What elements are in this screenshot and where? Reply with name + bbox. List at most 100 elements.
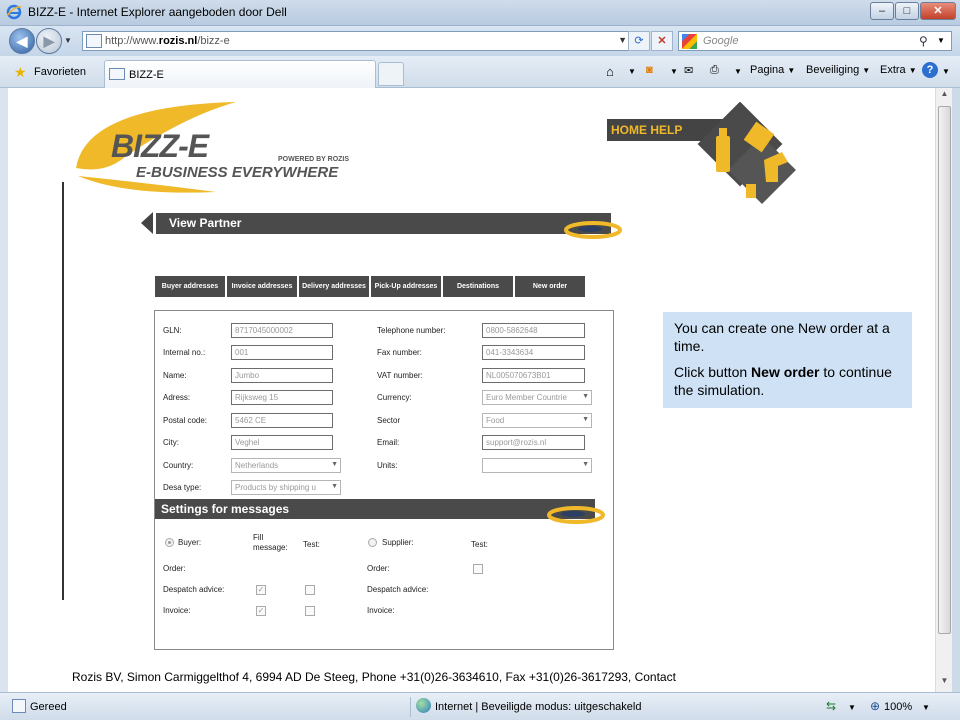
home-chevron-icon[interactable]: ▼ <box>628 67 636 76</box>
internal-no-label: Internal no.: <box>163 348 206 357</box>
protected-mode-chevron-icon[interactable]: ▼ <box>848 703 856 712</box>
zoom-icon[interactable]: ⊕ <box>870 699 880 713</box>
simulation-info-box: You can create one New order at a time. … <box>663 312 912 408</box>
fax-label: Fax number: <box>377 348 422 357</box>
print-chevron-icon[interactable]: ▼ <box>734 67 742 76</box>
mail-icon[interactable]: ✉ <box>684 64 693 77</box>
scroll-up-icon[interactable]: ▲ <box>937 89 952 104</box>
favorites-bar: ★ Favorieten BIZZ-E ⌂ ▼ ◙ ▼ ✉ ⎙ ▼ Pagina… <box>0 56 960 88</box>
status-text: Gereed <box>30 701 67 713</box>
buyer-invoice-test-checkbox[interactable] <box>305 606 315 616</box>
partner-form: GLN: 8717045000002 Internal no.: 001 Nam… <box>154 310 614 650</box>
name-field[interactable]: Jumbo <box>231 368 333 383</box>
status-bar: Gereed Internet | Beveiligde modus: uitg… <box>0 692 960 720</box>
postal-code-field[interactable]: 5462 CE <box>231 413 333 428</box>
buyer-despatch-test-checkbox[interactable] <box>305 585 315 595</box>
home-icon[interactable]: ⌂ <box>606 64 614 79</box>
supplier-despatch-label: Despatch advice: <box>367 585 429 594</box>
back-button[interactable]: ◀ <box>9 28 35 54</box>
favorites-button[interactable]: Favorieten <box>34 66 86 78</box>
protected-mode-icon[interactable]: ⇆ <box>826 699 836 713</box>
new-order-button[interactable]: New order <box>515 276 585 297</box>
supplier-test-label: Test: <box>471 540 488 549</box>
maximize-button[interactable]: □ <box>895 2 919 20</box>
new-tab-button[interactable] <box>378 62 404 86</box>
print-icon[interactable]: ⎙ <box>710 64 719 77</box>
logo-powered-by: POWERED BY ROZIS <box>278 156 350 163</box>
supplier-label: Supplier: <box>382 538 414 547</box>
title-swoosh-icon <box>564 221 622 239</box>
search-icon[interactable]: ⚲ <box>919 34 928 48</box>
google-icon <box>682 34 697 49</box>
refresh-button[interactable]: ⟳ <box>628 31 650 51</box>
minimize-button[interactable]: – <box>870 2 894 20</box>
page-menu[interactable]: Pagina ▼ <box>750 64 795 76</box>
address-dropdown-icon[interactable]: ▼ <box>618 35 627 45</box>
browser-tab[interactable]: BIZZ-E <box>104 60 376 88</box>
telephone-field[interactable]: 0800-5862648 <box>482 323 585 338</box>
buyer-test-label: Test: <box>303 540 320 549</box>
help-chevron-icon[interactable]: ▼ <box>942 67 950 76</box>
page-title: View Partner <box>169 216 242 230</box>
desa-type-select[interactable]: Products by shipping u ▼ <box>231 480 341 495</box>
favorites-star-icon: ★ <box>14 64 27 80</box>
tab-buyer-addresses[interactable]: Buyer addresses <box>155 276 225 297</box>
scroll-thumb[interactable] <box>938 106 951 634</box>
internal-no-field[interactable]: 001 <box>231 345 333 360</box>
tab-page-icon <box>109 68 125 80</box>
vat-field[interactable]: NL005070673B01 <box>482 368 585 383</box>
search-placeholder: Google <box>703 35 739 47</box>
forward-button[interactable]: ▶ <box>36 28 62 54</box>
sector-label: Sector <box>377 416 401 425</box>
buyer-despatch-fill-checkbox[interactable]: ✓ <box>256 585 266 595</box>
page-icon <box>86 34 102 48</box>
gln-label: GLN: <box>163 326 182 335</box>
close-button[interactable]: ✕ <box>920 2 956 20</box>
buyer-invoice-fill-checkbox[interactable]: ✓ <box>256 606 266 616</box>
tab-destinations[interactable]: Destinations <box>443 276 513 297</box>
supplier-order-test-checkbox[interactable] <box>473 564 483 574</box>
zoom-chevron-icon[interactable]: ▼ <box>922 703 930 712</box>
address-field[interactable]: Rijksweg 15 <box>231 390 333 405</box>
window-title: BIZZ-E - Internet Explorer aangeboden do… <box>28 5 287 19</box>
email-field[interactable]: support@rozis.nl <box>482 435 585 450</box>
tab-invoice-addresses[interactable]: Invoice addresses <box>227 276 297 297</box>
email-label: Email: <box>377 438 400 447</box>
search-options-chevron-icon[interactable]: ▼ <box>937 36 945 45</box>
stop-button[interactable]: ✕ <box>651 31 673 51</box>
currency-label: Currency: <box>377 393 412 402</box>
desa-type-label: Desa type: <box>163 483 202 492</box>
sector-select[interactable]: Food ▼ <box>482 413 592 428</box>
help-icon[interactable]: ? <box>922 62 938 78</box>
buyer-radio[interactable] <box>165 538 174 547</box>
tab-pickup-addresses[interactable]: Pick-Up addresses <box>371 276 441 297</box>
feeds-chevron-icon[interactable]: ▼ <box>670 67 678 76</box>
supplier-radio[interactable] <box>368 538 377 547</box>
tab-delivery-addresses[interactable]: Delivery addresses <box>299 276 369 297</box>
fax-field[interactable]: 041-3343634 <box>482 345 585 360</box>
zoom-level[interactable]: 100% <box>884 701 912 713</box>
status-page-icon <box>12 699 26 713</box>
supplier-order-label: Order: <box>367 564 390 573</box>
currency-select[interactable]: Euro Member Countrie ▼ <box>482 390 592 405</box>
address-label: Adress: <box>163 393 191 402</box>
security-zone[interactable]: Internet | Beveiligde modus: uitgeschake… <box>435 701 641 713</box>
home-help-link[interactable]: HOME HELP <box>611 123 682 137</box>
postal-code-label: Postal code: <box>163 416 208 425</box>
feeds-icon[interactable]: ◙ <box>646 64 653 76</box>
logo-tagline: E-BUSINESS EVERYWHERE <box>136 164 339 181</box>
gln-field[interactable]: 8717045000002 <box>231 323 333 338</box>
scroll-down-icon[interactable]: ▼ <box>937 676 952 691</box>
address-bar[interactable]: http://www.rozis.nl/bizz-e ▼ <box>82 31 630 51</box>
search-box[interactable]: Google ⚲ ▼ <box>678 31 952 51</box>
city-field[interactable]: Veghel <box>231 435 333 450</box>
city-label: City: <box>163 438 179 447</box>
vertical-scrollbar[interactable]: ▲ ▼ <box>935 88 952 692</box>
recent-pages-chevron-icon[interactable]: ▼ <box>64 36 72 45</box>
vat-label: VAT number: <box>377 371 423 380</box>
security-menu[interactable]: Beveiliging ▼ <box>806 64 870 76</box>
supplier-invoice-label: Invoice: <box>367 606 395 615</box>
country-select[interactable]: Netherlands ▼ <box>231 458 341 473</box>
units-select[interactable]: ▼ <box>482 458 592 473</box>
tools-menu[interactable]: Extra ▼ <box>880 64 917 76</box>
